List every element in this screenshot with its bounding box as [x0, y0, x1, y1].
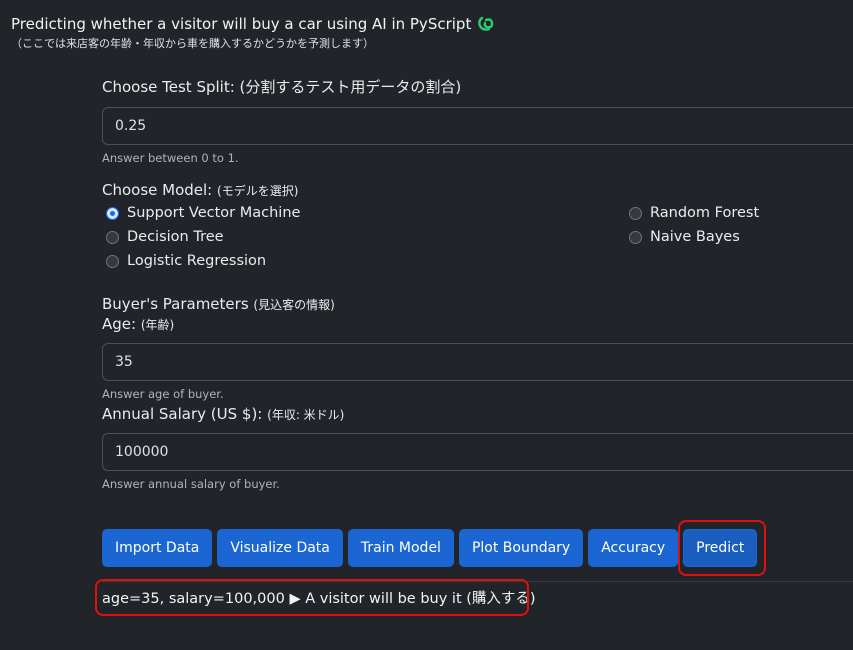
salary-input[interactable]	[102, 433, 853, 471]
radio-label: Naive Bayes	[650, 229, 740, 245]
page-subtitle: （ここでは来店客の年齢・年収から車を購入するかどうかを予測します）	[11, 37, 374, 50]
buyer-section-jp: (見込客の情報)	[253, 298, 335, 312]
test-split-input[interactable]	[102, 107, 853, 145]
radio-random-forest[interactable]: Random Forest	[629, 205, 759, 221]
radio-decision-tree[interactable]: Decision Tree	[106, 229, 224, 245]
action-button-bar: Import Data Visualize Data Train Model P…	[102, 529, 758, 567]
radio-unchecked-icon[interactable]	[629, 230, 642, 244]
test-split-help: Answer between 0 to 1.	[102, 151, 239, 165]
radio-unchecked-icon[interactable]	[629, 206, 642, 220]
plot-boundary-button[interactable]: Plot Boundary	[458, 529, 584, 567]
import-data-button[interactable]: Import Data	[102, 529, 213, 567]
salary-label-jp: (年収: 米ドル)	[267, 408, 345, 422]
form-panel: Choose Test Split: (分割するテスト用データの割合) Answ…	[102, 76, 853, 491]
salary-label-text: Annual Salary (US $):	[102, 405, 268, 423]
prediction-result: age=35, salary=100,000 ▶ A visitor will …	[102, 591, 536, 607]
model-label-jp: (モデルを選択)	[217, 184, 299, 198]
age-input[interactable]	[102, 343, 853, 381]
age-label: Age: (年齢)	[102, 315, 853, 333]
salary-help: Answer annual salary of buyer.	[102, 477, 280, 491]
accuracy-button[interactable]: Accuracy	[588, 529, 679, 567]
buyer-section-text: Buyer's Parameters	[102, 295, 254, 313]
salary-label: Annual Salary (US $): (年収: 米ドル)	[102, 405, 853, 423]
test-split-label: Choose Test Split: (分割するテスト用データの割合)	[102, 78, 462, 96]
age-label-text: Age:	[102, 315, 141, 333]
page-title-row: Predicting whether a visitor will buy a …	[11, 15, 495, 33]
buyer-section-label: Buyer's Parameters (見込客の情報)	[102, 295, 853, 313]
model-label: Choose Model: (モデルを選択)	[102, 181, 853, 199]
app-page: Predicting whether a visitor will buy a …	[0, 0, 853, 650]
result-divider	[102, 581, 853, 582]
predict-button[interactable]: Predict	[683, 529, 758, 567]
age-label-jp: (年齢)	[140, 318, 175, 332]
radio-logistic-regression[interactable]: Logistic Regression	[106, 253, 266, 269]
model-label-text: Choose Model:	[102, 181, 218, 199]
radio-label: Random Forest	[650, 205, 760, 221]
radio-checked-icon[interactable]	[106, 206, 119, 220]
radio-support-vector-machine[interactable]: Support Vector Machine	[106, 205, 300, 221]
radio-naive-bayes[interactable]: Naive Bayes	[629, 229, 740, 245]
radio-label: Logistic Regression	[127, 253, 267, 269]
radio-unchecked-icon[interactable]	[106, 230, 119, 244]
page-title: Predicting whether a visitor will buy a …	[11, 15, 472, 33]
visualize-data-button[interactable]: Visualize Data	[217, 529, 343, 567]
page-header: Predicting whether a visitor will buy a …	[11, 15, 495, 51]
pyscript-logo-icon	[477, 15, 495, 33]
radio-label: Decision Tree	[127, 229, 224, 245]
radio-label: Support Vector Machine	[127, 205, 301, 221]
age-help: Answer age of buyer.	[102, 387, 224, 401]
radio-unchecked-icon[interactable]	[106, 254, 119, 268]
train-model-button[interactable]: Train Model	[347, 529, 454, 567]
model-radio-group: Support Vector Machine Decision Tree Log…	[102, 205, 853, 287]
